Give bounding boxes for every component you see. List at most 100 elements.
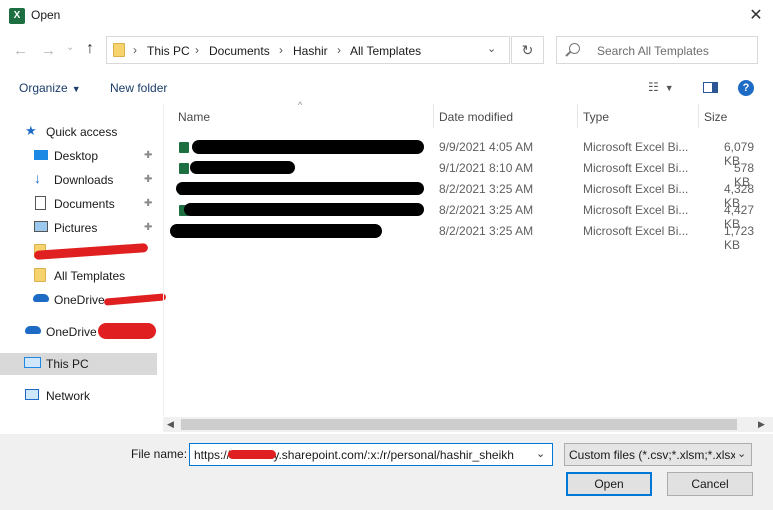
file-date: 8/2/2021 3:25 AM xyxy=(439,203,534,217)
filter-dropdown-chevron-icon[interactable]: ⌄ xyxy=(737,447,746,460)
redacted-file-name xyxy=(176,182,424,195)
download-icon: ↓ xyxy=(34,170,41,186)
redacted-file-name xyxy=(170,224,382,238)
column-divider[interactable] xyxy=(433,104,434,128)
window-title: Open xyxy=(31,8,61,22)
table-row[interactable]: 8/2/2021 3:25 AM Microsoft Excel Bi... 4… xyxy=(170,200,773,231)
picture-icon xyxy=(34,221,48,232)
column-header-size[interactable]: Size xyxy=(704,110,727,124)
document-icon xyxy=(35,196,46,210)
scroll-right-icon[interactable]: ▶ xyxy=(758,419,765,430)
excel-file-icon xyxy=(179,163,189,174)
folder-icon xyxy=(113,43,125,57)
sidebar-item-redacted-folder[interactable] xyxy=(0,241,157,263)
file-date: 8/2/2021 3:25 AM xyxy=(439,224,534,238)
caret-down-icon: ▼ xyxy=(71,84,81,94)
column-divider[interactable] xyxy=(577,104,578,128)
table-row[interactable]: 9/9/2021 4:05 AM Microsoft Excel Bi... 6… xyxy=(170,137,773,168)
sidebar-item-label: OneDrive xyxy=(54,293,105,307)
organize-label: Organize xyxy=(19,81,68,95)
breadcrumb-separator-icon: › xyxy=(195,43,199,57)
file-name-input[interactable]: https:// my.sharepoint.com/:x:/r/persona… xyxy=(189,443,553,466)
pin-icon: ✚ xyxy=(144,174,153,185)
scroll-left-icon[interactable]: ◀ xyxy=(167,419,174,430)
title-bar: X Open ✕ xyxy=(0,0,773,32)
search-placeholder: Search All Templates xyxy=(597,44,709,58)
star-icon: ★ xyxy=(25,123,37,138)
table-row[interactable]: 8/2/2021 3:25 AM Microsoft Excel Bi... 4… xyxy=(170,179,773,210)
sidebar-item-quick-access[interactable]: ★ Quick access xyxy=(0,121,157,143)
file-type-filter-select[interactable]: Custom files (*.csv;*.xlsm;*.xlsx ⌄ xyxy=(564,443,752,466)
view-options-icon[interactable]: ☷ ▼ xyxy=(648,80,674,94)
redaction-scribble xyxy=(33,243,149,260)
table-row[interactable]: 9/1/2021 8:10 AM Microsoft Excel Bi... 5… xyxy=(170,158,773,189)
sidebar-item-label: Desktop xyxy=(54,149,99,163)
open-button[interactable]: Open xyxy=(566,472,652,496)
sidebar-item-downloads[interactable]: ↓ Downloads ✚ xyxy=(0,169,157,191)
scrollbar-thumb[interactable] xyxy=(181,419,737,430)
breadcrumb-documents[interactable]: Documents xyxy=(209,44,270,58)
pin-icon: ✚ xyxy=(144,150,153,161)
file-type: Microsoft Excel Bi... xyxy=(583,161,689,175)
file-date: 8/2/2021 3:25 AM xyxy=(439,182,534,196)
redacted-file-name xyxy=(192,140,424,154)
redaction-scribble xyxy=(103,293,167,306)
navigation-pane: ★ Quick access Desktop ✚ ↓ Downloads ✚ D… xyxy=(0,104,167,416)
search-icon xyxy=(569,43,580,54)
file-type: Microsoft Excel Bi... xyxy=(583,224,689,238)
sidebar-item-this-pc[interactable]: This PC xyxy=(0,353,157,375)
table-row[interactable]: 8/2/2021 3:25 AM Microsoft Excel Bi... 1… xyxy=(170,221,773,252)
file-name-dropdown-chevron-icon[interactable]: ⌄ xyxy=(536,447,545,460)
breadcrumb-hashir[interactable]: Hashir xyxy=(293,44,328,58)
sidebar-item-desktop[interactable]: Desktop ✚ xyxy=(0,145,157,167)
cloud-icon xyxy=(25,326,41,334)
close-icon[interactable]: ✕ xyxy=(746,5,766,25)
pin-icon: ✚ xyxy=(144,222,153,233)
computer-icon xyxy=(24,357,41,368)
sidebar-item-label: This PC xyxy=(46,357,89,371)
preview-pane-icon[interactable] xyxy=(703,82,718,93)
file-name-label: File name: xyxy=(131,447,188,461)
sidebar-item-all-templates[interactable]: All Templates xyxy=(0,265,157,287)
address-dropdown-chevron-icon[interactable]: ⌄ xyxy=(487,42,496,55)
sidebar-item-pictures[interactable]: Pictures ✚ xyxy=(0,217,157,239)
desktop-icon xyxy=(34,150,48,160)
redaction-scribble xyxy=(98,323,156,339)
search-box[interactable]: Search All Templates xyxy=(556,36,758,64)
sidebar-item-label: Quick access xyxy=(46,125,118,139)
file-type: Microsoft Excel Bi... xyxy=(583,140,689,154)
new-folder-button[interactable]: New folder xyxy=(110,81,167,95)
column-header-name[interactable]: Name xyxy=(178,110,210,124)
refresh-icon[interactable]: ↻ xyxy=(511,36,544,64)
recent-locations-chevron-icon[interactable]: ⌄ xyxy=(66,42,74,53)
sidebar-item-documents[interactable]: Documents ✚ xyxy=(0,193,157,215)
horizontal-scrollbar[interactable]: ◀ ▶ xyxy=(163,417,773,432)
column-divider[interactable] xyxy=(698,104,699,128)
back-arrow-icon[interactable]: ← xyxy=(13,42,28,59)
column-header-date[interactable]: Date modified xyxy=(439,110,513,124)
sidebar-item-onedrive-business[interactable]: OneDrive xyxy=(0,289,167,311)
file-date: 9/1/2021 8:10 AM xyxy=(439,161,534,175)
network-icon xyxy=(25,389,39,400)
cloud-icon xyxy=(33,294,49,302)
breadcrumb-separator-icon: › xyxy=(337,43,341,57)
sidebar-item-network[interactable]: Network xyxy=(0,385,157,407)
sidebar-item-onedrive-personal[interactable]: OneDrive xyxy=(0,321,157,343)
help-icon[interactable]: ? xyxy=(738,80,754,96)
sidebar-item-label: Network xyxy=(46,389,91,403)
redacted-file-name xyxy=(190,161,295,174)
pane-divider[interactable] xyxy=(163,104,164,416)
breadcrumb-this-pc[interactable]: This PC xyxy=(147,44,190,58)
organize-menu[interactable]: Organize ▼ xyxy=(19,81,81,95)
excel-app-icon: X xyxy=(9,8,25,24)
up-arrow-icon[interactable]: ↑ xyxy=(86,40,94,58)
file-date: 9/9/2021 4:05 AM xyxy=(439,140,534,154)
redaction-scribble xyxy=(228,450,276,459)
address-bar[interactable]: › This PC › Documents › Hashir › All Tem… xyxy=(106,36,510,64)
column-header-type[interactable]: Type xyxy=(583,110,609,124)
forward-arrow-icon[interactable]: → xyxy=(41,42,56,59)
cancel-button[interactable]: Cancel xyxy=(667,472,753,496)
breadcrumb-all-templates[interactable]: All Templates xyxy=(350,44,421,58)
sidebar-item-label: All Templates xyxy=(54,269,126,283)
file-size: 1,723 KB xyxy=(724,224,755,252)
